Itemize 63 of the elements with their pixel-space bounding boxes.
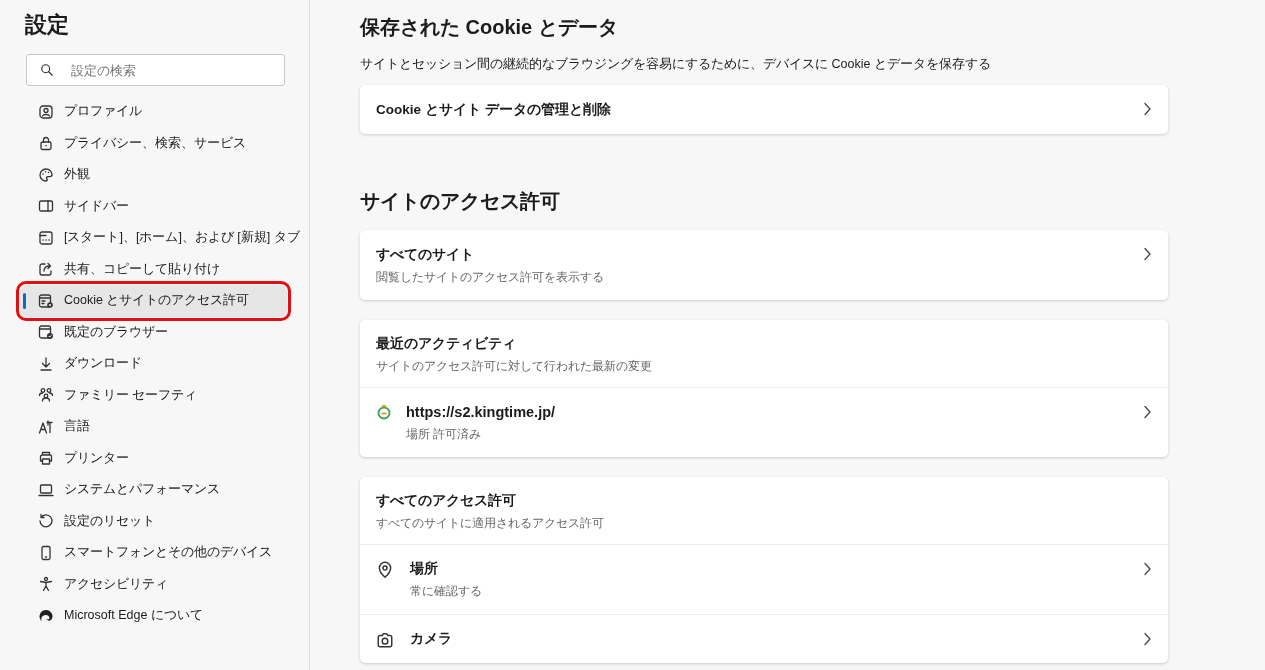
row-subtitle: 常に確認する xyxy=(410,583,483,600)
cookie-settings-icon xyxy=(38,292,54,309)
camera-icon xyxy=(376,631,394,649)
chevron-right-icon xyxy=(1142,404,1152,420)
sidebar-item[interactable]: サイドバー xyxy=(20,190,301,222)
chevron-right-icon xyxy=(1142,561,1152,577)
settings-row[interactable]: カメラ xyxy=(360,614,1168,663)
phone-icon xyxy=(38,544,54,561)
profile-icon xyxy=(38,103,54,120)
card-title: 最近のアクティビティ xyxy=(376,335,517,353)
language-icon xyxy=(38,418,54,435)
sidebar-item[interactable]: 設定のリセット xyxy=(20,505,301,537)
section-heading: サイトのアクセス許可 xyxy=(360,189,561,214)
section-description: サイトとセッション間の継続的なブラウジングを容易にするために、デバイスに Cookie とデータを保存する xyxy=(360,56,992,73)
search-icon xyxy=(40,63,54,77)
settings-title: 設定 xyxy=(25,11,70,39)
sidebar-item[interactable]: プライバシー、検索、サービス xyxy=(20,127,301,159)
sidebar-item[interactable]: ファミリー セーフティ xyxy=(20,379,301,411)
sidebar-item[interactable]: Microsoft Edge について xyxy=(20,600,301,632)
sidebar-item[interactable]: 言語 xyxy=(20,411,301,443)
card-subtitle: すべてのサイトに適用されるアクセス許可 xyxy=(376,515,605,532)
chevron-right-icon xyxy=(1142,246,1152,262)
row-subtitle: 閲覧したサイトのアクセス許可を表示する xyxy=(376,269,605,286)
settings-row[interactable]: すべてのサイト 閲覧したサイトのアクセス許可を表示する xyxy=(360,230,1168,300)
download-icon xyxy=(38,355,54,372)
tab-page-icon xyxy=(38,229,54,246)
sidebar-item[interactable]: 外観 xyxy=(20,159,301,191)
browser-check-icon xyxy=(38,324,54,341)
laptop-icon xyxy=(38,481,54,498)
site-favicon-icon xyxy=(376,404,392,420)
sidebar-item[interactable]: [スタート]、[ホーム]、および [新規] タブ xyxy=(20,222,301,254)
palette-icon xyxy=(38,166,54,183)
sidebar-item[interactable]: プロファイル xyxy=(20,96,301,128)
sidebar-item[interactable]: 既定のブラウザー xyxy=(20,316,301,348)
row-title: すべてのサイト xyxy=(376,246,475,264)
location-pin-icon xyxy=(376,561,394,579)
card-subtitle: サイトのアクセス許可に対して行われた最新の変更 xyxy=(376,358,653,375)
share-icon xyxy=(38,261,54,278)
sidebar-item[interactable]: システムとパフォーマンス xyxy=(20,474,301,506)
row-title: Cookie とサイト データの管理と削除 xyxy=(376,101,612,119)
chevron-right-icon xyxy=(1142,101,1152,117)
settings-row[interactable]: https://s2.kingtime.jp/ 場所 許可済み xyxy=(360,387,1168,457)
card-title: すべてのアクセス許可 xyxy=(376,492,517,510)
row-subtitle: 場所 許可済み xyxy=(406,426,483,443)
sidebar-item[interactable]: プリンター xyxy=(20,442,301,474)
reset-icon xyxy=(38,513,54,530)
row-title: 場所 xyxy=(410,560,439,578)
settings-row[interactable]: 場所 常に確認する xyxy=(360,544,1168,614)
chevron-right-icon xyxy=(1142,631,1152,647)
family-icon xyxy=(38,387,54,404)
panel-icon xyxy=(38,198,54,215)
settings-row[interactable]: Cookie とサイト データの管理と削除 xyxy=(360,85,1168,134)
sidebar-item[interactable]: スマートフォンとその他のデバイス xyxy=(20,537,301,569)
lock-icon xyxy=(38,135,54,152)
section-heading: 保存された Cookie とデータ xyxy=(360,15,619,40)
accessibility-icon xyxy=(38,576,54,593)
sidebar-item[interactable]: ダウンロード xyxy=(20,348,301,380)
row-title: https://s2.kingtime.jp/ xyxy=(406,403,557,422)
sidebar-item[interactable]: アクセシビリティ xyxy=(20,568,301,600)
row-title: カメラ xyxy=(410,630,453,648)
search-field[interactable]: 設定の検索 xyxy=(26,54,285,86)
printer-icon xyxy=(38,450,54,467)
sidebar-item[interactable]: 共有、コピーして貼り付け xyxy=(20,253,301,285)
